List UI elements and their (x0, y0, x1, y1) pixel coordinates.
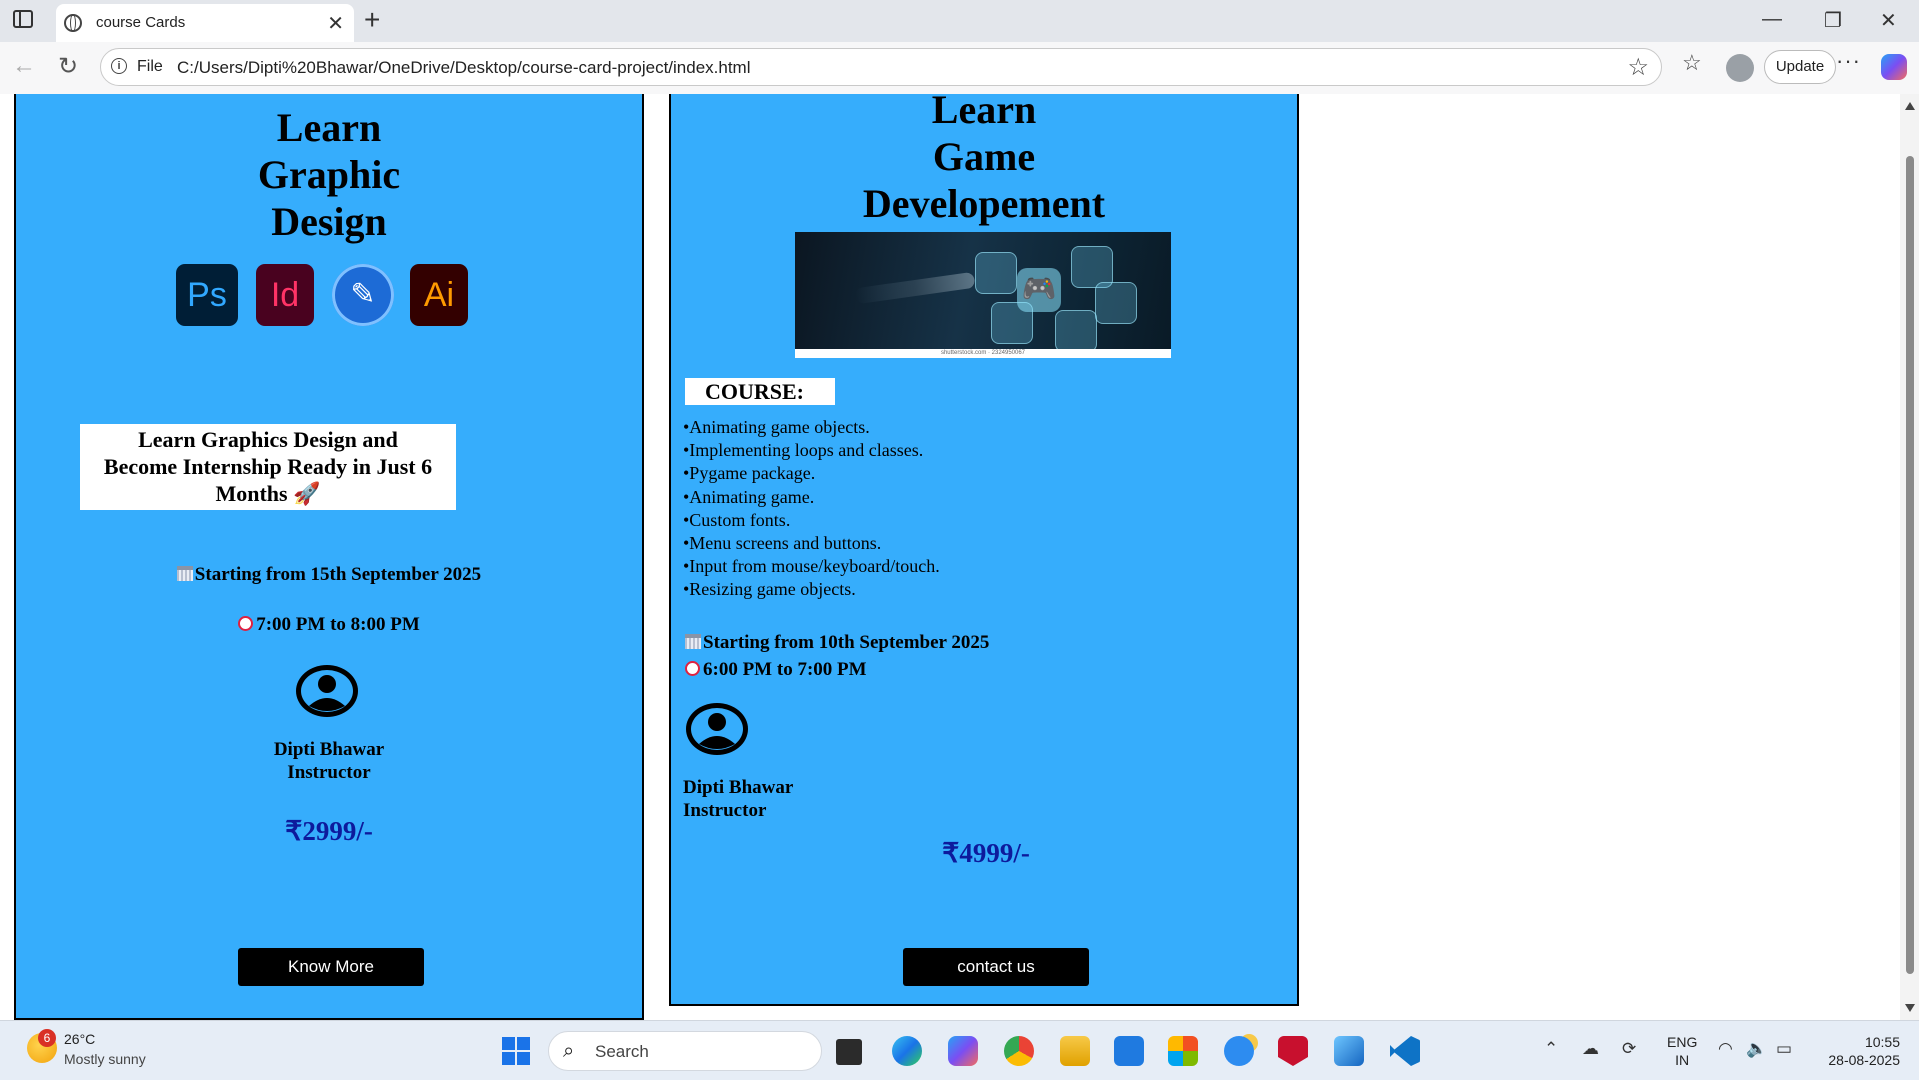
vertical-scrollbar[interactable] (1900, 94, 1919, 1020)
task-view-icon[interactable] (836, 1039, 862, 1065)
scroll-thumb[interactable] (1906, 156, 1914, 974)
file-explorer-icon[interactable] (1060, 1036, 1090, 1066)
new-tab-icon[interactable]: + (364, 4, 380, 36)
browser-tab-strip: course Cards ✕ + — ❐ ✕ (0, 0, 1919, 42)
card-title: Learn Game Developement (862, 94, 1106, 226)
restore-icon[interactable]: ❐ (1824, 8, 1842, 33)
wifi-icon[interactable]: ◠ (1718, 1039, 1733, 1059)
notification-badge: 6 (38, 1029, 56, 1047)
course-heading: COURSE: (685, 378, 835, 405)
tab-actions-icon[interactable] (13, 10, 33, 28)
instructor-avatar-icon (295, 664, 359, 718)
volume-icon[interactable]: 🔈 (1746, 1039, 1767, 1059)
list-item: •Custom fonts. (683, 509, 791, 530)
class-time: 7:00 PM to 8:00 PM (16, 614, 642, 636)
help-icon[interactable] (1224, 1036, 1254, 1066)
windows-taskbar: 6 26°C Mostly sunny ⌕ Search ⌃ ☁ ⟳ ENG I… (0, 1020, 1919, 1080)
start-date: Starting from 15th September 2025 (16, 564, 642, 586)
instructor-avatar-icon (685, 702, 749, 756)
microsoft-store-icon[interactable] (1168, 1036, 1198, 1066)
photoshop-icon: Ps (176, 264, 238, 326)
alarm-clock-icon (238, 616, 254, 631)
copilot-app-icon[interactable] (948, 1036, 978, 1066)
list-item: •Animating game. (683, 486, 815, 507)
refresh-icon[interactable]: ↻ (58, 52, 78, 81)
course-card-game-development: Learn Game Developement 🎮 shutterstock.c… (669, 94, 1299, 1006)
pointing-hand-graphic (854, 271, 976, 305)
myhp-icon[interactable] (1114, 1036, 1144, 1066)
software-icons: Ps Id ✎ Ai (176, 264, 476, 328)
globe-icon (64, 14, 82, 32)
list-item: •Animating game objects. (683, 417, 870, 437)
info-icon[interactable]: i (111, 58, 127, 74)
tab-title: course Cards (96, 14, 186, 31)
promo-box: Learn Graphics Design and Become Interns… (80, 424, 456, 510)
favorite-star-icon[interactable]: ☆ (1627, 53, 1649, 82)
price: ₹2999/- (285, 816, 373, 846)
weather-description[interactable]: Mostly sunny (64, 1051, 146, 1067)
game-development-image: 🎮 shutterstock.com · 2324950067 (795, 232, 1171, 358)
image-caption: shutterstock.com · 2324950067 (795, 349, 1171, 358)
instructor-info: Dipti Bhawar Instructor (683, 777, 794, 821)
sync-icon[interactable]: ⟳ (1622, 1039, 1636, 1059)
minimize-icon[interactable]: — (1762, 8, 1782, 31)
list-item: •Input from mouse/keyboard/touch. (683, 556, 940, 577)
indesign-icon: Id (256, 264, 314, 326)
more-menu-icon[interactable]: ··· (1836, 48, 1861, 74)
class-time: 6:00 PM to 7:00 PM (685, 659, 867, 681)
list-item: •Menu screens and buttons. (683, 533, 882, 554)
language-indicator[interactable]: ENG IN (1667, 1033, 1697, 1069)
copilot-icon[interactable] (1881, 54, 1907, 80)
favorites-icon[interactable]: ☆ (1682, 50, 1702, 76)
address-bar[interactable]: i File C:/Users/Dipti%20Bhawar/OneDrive/… (100, 48, 1662, 86)
search-label: Search (595, 1042, 649, 1061)
alarm-clock-icon (685, 661, 700, 676)
onedrive-cloud-icon[interactable]: ☁ (1582, 1039, 1599, 1059)
price: ₹4999/- (942, 838, 1030, 868)
illustrator-icon: Ai (410, 264, 468, 326)
search-icon: ⌕ (563, 1040, 575, 1062)
know-more-button[interactable]: Know More (238, 948, 424, 986)
tab-course-cards[interactable]: course Cards ✕ (56, 4, 354, 42)
calendar-icon (685, 634, 701, 649)
back-icon[interactable]: ← (12, 52, 36, 80)
edge-browser-icon[interactable] (892, 1036, 922, 1066)
instructor-info: Dipti Bhawar Instructor (273, 739, 385, 783)
system-clock[interactable]: 10:55 28-08-2025 (1816, 1033, 1900, 1069)
address-protocol: File (137, 58, 163, 75)
start-date: Starting from 10th September 2025 (685, 632, 989, 654)
course-card-graphic-design: Learn Graphic Design Ps Id ✎ Ai Learn Gr… (14, 94, 644, 1020)
photos-icon[interactable] (1334, 1036, 1364, 1066)
list-item: •Resizing game objects. (683, 579, 856, 600)
chrome-icon[interactable] (1004, 1036, 1034, 1066)
windows-start-icon[interactable] (502, 1037, 530, 1065)
window-close-icon[interactable]: ✕ (1880, 8, 1897, 33)
profile-avatar[interactable] (1726, 54, 1754, 82)
close-tab-icon[interactable]: ✕ (327, 11, 344, 36)
calendar-icon (176, 566, 193, 581)
course-topics-list: •Animating game objects. •Implementing l… (683, 416, 940, 602)
temperature[interactable]: 26°C (64, 1031, 95, 1047)
scroll-up-icon[interactable] (1905, 102, 1915, 110)
list-item: •Pygame package. (683, 463, 816, 484)
address-toolbar: ← ↻ i File C:/Users/Dipti%20Bhawar/OneDr… (0, 42, 1919, 95)
update-button[interactable]: Update (1764, 50, 1836, 84)
address-url[interactable]: C:/Users/Dipti%20Bhawar/OneDrive/Desktop… (177, 58, 751, 78)
page-viewport: Learn Graphic Design Ps Id ✎ Ai Learn Gr… (0, 94, 1900, 1020)
battery-icon[interactable]: ▭ (1776, 1039, 1792, 1059)
list-item: •Implementing loops and classes. (683, 440, 924, 461)
mcafee-icon[interactable] (1278, 1036, 1308, 1066)
show-hidden-icons-chevron[interactable]: ⌃ (1544, 1039, 1558, 1059)
scroll-down-icon[interactable] (1905, 1004, 1915, 1012)
vscode-icon[interactable] (1390, 1036, 1420, 1066)
contact-us-button[interactable]: contact us (903, 948, 1089, 986)
gamepad-icon: 🎮 (1017, 268, 1061, 312)
card-title: Learn Graphic Design (257, 105, 401, 244)
pen-editor-icon: ✎ (332, 264, 394, 326)
taskbar-search[interactable]: ⌕ Search (548, 1031, 822, 1071)
